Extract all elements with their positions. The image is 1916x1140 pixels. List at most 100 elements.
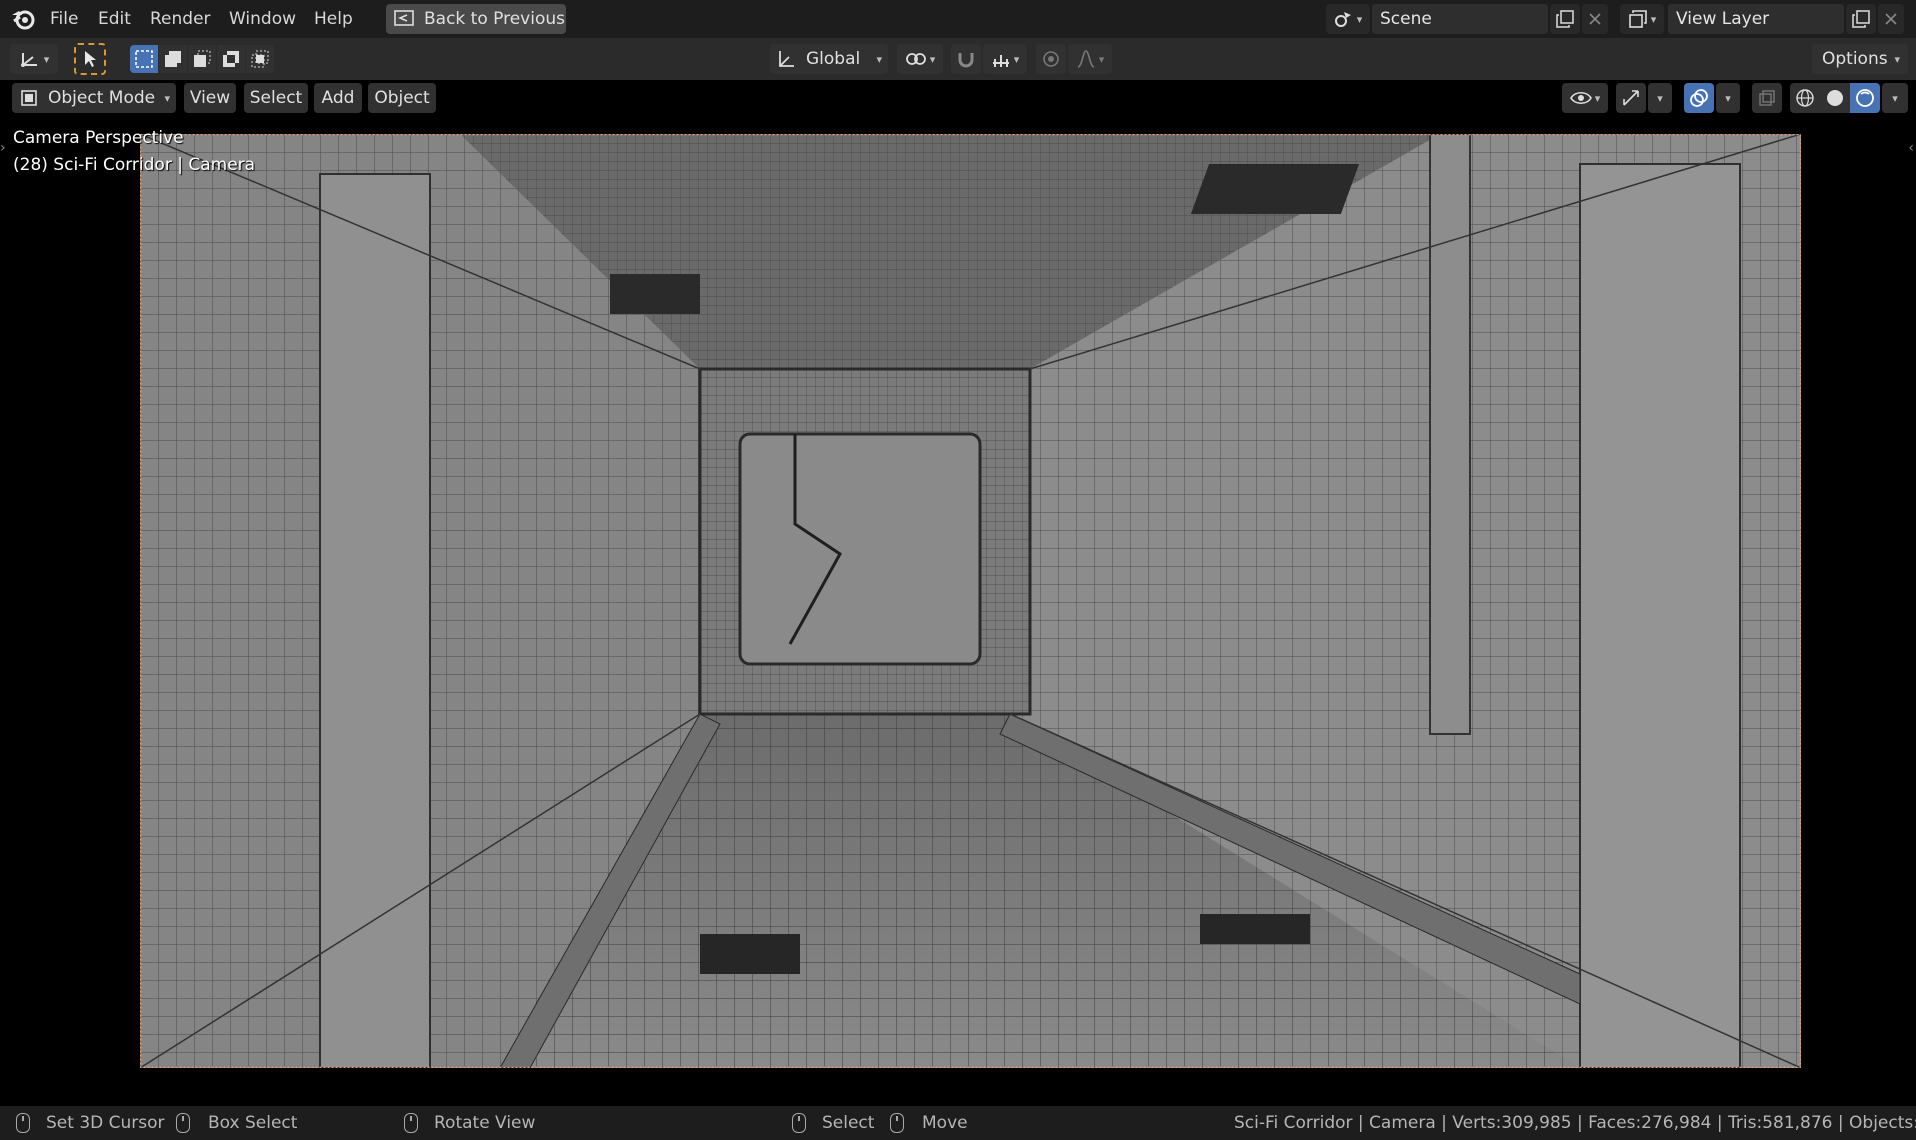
options-label: Options bbox=[1822, 49, 1888, 69]
select-subtract-icon bbox=[192, 49, 212, 69]
new-view-layer-button[interactable] bbox=[1846, 4, 1876, 34]
editor-type-button[interactable]: ▾ bbox=[10, 44, 58, 74]
chevron-down-icon: ▾ bbox=[1356, 12, 1363, 26]
viewport-header: Object Mode ▾ View Select Add Object ▾ ▾… bbox=[0, 80, 1916, 118]
chevron-down-icon: ▾ bbox=[1594, 91, 1601, 105]
snap-increment-icon bbox=[991, 49, 1011, 69]
delete-scene-button[interactable] bbox=[1582, 4, 1608, 34]
toolbar-expand-arrow-icon[interactable]: › bbox=[0, 140, 6, 156]
view-layer-browse-button[interactable]: ▾ bbox=[1620, 4, 1664, 34]
perspective-label: Camera Perspective bbox=[13, 128, 184, 148]
shading-wireframe-button[interactable] bbox=[1790, 83, 1820, 113]
shading-dropdown[interactable]: ▾ bbox=[1882, 83, 1908, 113]
cursor-arrow-icon bbox=[82, 50, 98, 68]
mouse-middle-icon bbox=[404, 1113, 418, 1133]
select-mode-extend-button[interactable] bbox=[159, 45, 187, 73]
menu-file[interactable]: File bbox=[50, 7, 78, 31]
select-mode-new-button[interactable] bbox=[130, 45, 158, 73]
magnet-icon bbox=[956, 49, 976, 69]
pivot-point-dropdown[interactable]: ▾ bbox=[897, 44, 943, 74]
active-object-label: (28) Sci-Fi Corridor | Camera bbox=[13, 155, 256, 175]
orientation-label: Global bbox=[806, 49, 861, 69]
shading-material-button[interactable] bbox=[1850, 83, 1880, 113]
falloff-dropdown[interactable]: ▾ bbox=[1068, 44, 1112, 74]
mode-dropdown[interactable]: Object Mode ▾ bbox=[12, 83, 176, 113]
tool-settings-header: ▾ Global ▾ ▾ ▾ ▾ Options ▾ bbox=[0, 38, 1916, 80]
top-bar: File Edit Render Window Help Back to Pre… bbox=[0, 0, 1916, 38]
mouse-left-icon bbox=[16, 1113, 30, 1133]
wireframe-sphere-icon bbox=[1795, 88, 1815, 108]
menu-edit[interactable]: Edit bbox=[98, 7, 131, 31]
chevron-down-icon: ▾ bbox=[1894, 52, 1900, 66]
chevron-down-icon: ▾ bbox=[876, 52, 882, 66]
blender-logo-icon[interactable] bbox=[10, 7, 36, 31]
status-set-cursor: Set 3D Cursor bbox=[46, 1113, 165, 1133]
object-menu[interactable]: Object bbox=[368, 83, 436, 113]
snap-toggle-button[interactable] bbox=[951, 44, 981, 74]
select-intersect-icon bbox=[250, 49, 270, 69]
pivot-icon bbox=[905, 49, 927, 69]
proportional-editing-button[interactable] bbox=[1036, 44, 1066, 74]
duplicate-icon bbox=[1852, 10, 1870, 28]
chevron-down-icon: ▾ bbox=[1725, 91, 1731, 105]
camera-view-render bbox=[140, 134, 1801, 1068]
shading-solid-button[interactable] bbox=[1820, 83, 1850, 113]
select-difference-icon bbox=[221, 49, 241, 69]
select-extend-icon bbox=[163, 49, 183, 69]
back-to-previous-label: Back to Previous bbox=[424, 9, 565, 29]
new-scene-button[interactable] bbox=[1550, 4, 1580, 34]
gizmo-dropdown[interactable]: ▾ bbox=[1648, 83, 1672, 113]
eye-icon bbox=[1569, 90, 1592, 106]
status-select: Select bbox=[822, 1113, 875, 1133]
status-box-select: Box Select bbox=[208, 1113, 298, 1133]
chevron-down-icon: ▾ bbox=[1650, 12, 1657, 26]
orientation-global-icon bbox=[776, 49, 796, 69]
material-sphere-icon bbox=[1855, 88, 1875, 108]
view-layer-name-field[interactable]: View Layer bbox=[1668, 4, 1844, 34]
select-menu[interactable]: Select bbox=[244, 83, 308, 113]
menu-help[interactable]: Help bbox=[314, 7, 353, 31]
status-rotate-view: Rotate View bbox=[434, 1113, 536, 1133]
object-mode-icon bbox=[20, 89, 38, 107]
snap-target-dropdown[interactable]: ▾ bbox=[983, 44, 1027, 74]
menu-window[interactable]: Window bbox=[229, 7, 296, 31]
menu-render[interactable]: Render bbox=[150, 7, 211, 31]
viewport-axis-icon bbox=[19, 49, 41, 69]
options-dropdown[interactable]: Options ▾ bbox=[1812, 44, 1908, 74]
gizmo-icon bbox=[1621, 88, 1641, 108]
transform-orientation-dropdown[interactable]: Global ▾ bbox=[770, 44, 888, 74]
sidebar-expand-arrow-icon[interactable]: ‹ bbox=[1908, 140, 1914, 156]
solid-sphere-icon bbox=[1825, 88, 1845, 108]
select-set-icon bbox=[134, 49, 154, 69]
select-mode-difference-button[interactable] bbox=[217, 45, 245, 73]
select-mode-intersect-button[interactable] bbox=[246, 45, 274, 73]
chevron-down-icon: ▾ bbox=[164, 91, 170, 105]
scene-browse-button[interactable]: ▾ bbox=[1326, 4, 1370, 34]
visibility-dropdown[interactable]: ▾ bbox=[1562, 83, 1608, 113]
scene-name-field[interactable]: Scene bbox=[1372, 4, 1548, 34]
close-icon bbox=[1588, 12, 1602, 26]
screen-back-icon bbox=[394, 10, 414, 28]
active-tool-select-button[interactable] bbox=[74, 43, 106, 75]
scene-statistics: Sci-Fi Corridor | Camera | Verts:309,985… bbox=[1234, 1113, 1916, 1133]
delete-view-layer-button[interactable] bbox=[1878, 4, 1904, 34]
gizmo-toggle-button[interactable] bbox=[1616, 83, 1646, 113]
scene-icon bbox=[1334, 9, 1354, 29]
view-menu[interactable]: View bbox=[184, 83, 236, 113]
chevron-down-icon: ▾ bbox=[43, 52, 50, 66]
falloff-curve-icon bbox=[1076, 49, 1096, 69]
back-to-previous-button[interactable]: Back to Previous bbox=[386, 4, 566, 34]
mouse-right-icon bbox=[792, 1113, 806, 1133]
chevron-down-icon: ▾ bbox=[929, 52, 936, 66]
select-mode-subtract-button[interactable] bbox=[188, 45, 216, 73]
xray-icon bbox=[1758, 89, 1776, 107]
xray-toggle-button[interactable] bbox=[1752, 83, 1782, 113]
mouse-drag-icon bbox=[176, 1113, 190, 1133]
mode-label: Object Mode bbox=[48, 88, 156, 108]
mouse-drag-right-icon bbox=[890, 1113, 904, 1133]
overlays-dropdown[interactable]: ▾ bbox=[1716, 83, 1740, 113]
add-menu[interactable]: Add bbox=[314, 83, 362, 113]
status-move: Move bbox=[922, 1113, 968, 1133]
3d-viewport[interactable]: › ‹ Camera Perspective (28) Sci-Fi Corri… bbox=[0, 118, 1916, 1106]
overlays-toggle-button[interactable] bbox=[1684, 83, 1714, 113]
